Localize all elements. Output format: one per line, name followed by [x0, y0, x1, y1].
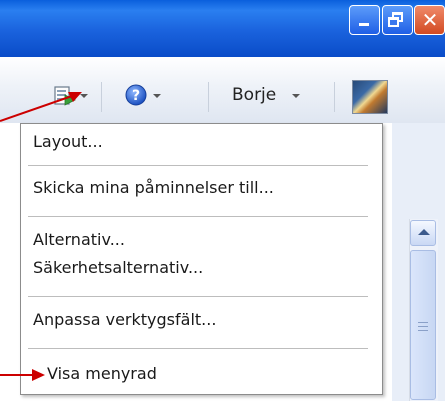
toolbar-separator [101, 82, 102, 112]
close-button[interactable]: ✕ [414, 5, 445, 35]
close-icon: ✕ [421, 8, 439, 32]
menu-item-send-reminders[interactable]: Skicka mina påminnelser till... [33, 178, 274, 197]
help-button[interactable]: ? [120, 80, 162, 110]
menu-item-security-options[interactable]: Säkerhetsalternativ... [33, 258, 203, 277]
scroll-grip [418, 322, 428, 323]
help-icon: ? [125, 84, 147, 106]
restore-icon-back [388, 17, 399, 27]
toolbar-separator [208, 82, 209, 112]
menu-separator [28, 165, 368, 166]
user-photo-icon[interactable] [352, 80, 388, 114]
chevron-down-icon [153, 94, 161, 98]
menu-item-options[interactable]: Alternativ... [33, 230, 125, 249]
tools-button[interactable] [50, 80, 92, 110]
menu-separator [28, 296, 368, 297]
scroll-grip [418, 326, 428, 327]
toolbar-separator [334, 82, 335, 112]
minimize-button[interactable] [349, 5, 380, 35]
user-name-label: Borje [232, 85, 277, 105]
scroll-grip [418, 330, 428, 331]
tools-icon [54, 86, 76, 106]
chevron-down-icon [80, 94, 88, 98]
restore-button[interactable] [382, 5, 413, 35]
chevron-down-icon [292, 94, 300, 98]
menu-item-layout[interactable]: Layout... [33, 132, 103, 151]
scroll-thumb[interactable] [410, 250, 436, 400]
menu-separator [28, 216, 368, 217]
menu-separator [28, 348, 368, 349]
menu-item-show-menu-bar[interactable]: Visa menyrad [47, 364, 157, 383]
scroll-up-button[interactable] [410, 220, 436, 246]
menu-item-customize-toolbar[interactable]: Anpassa verktygsfält... [33, 310, 216, 329]
svg-text:?: ? [132, 88, 140, 104]
